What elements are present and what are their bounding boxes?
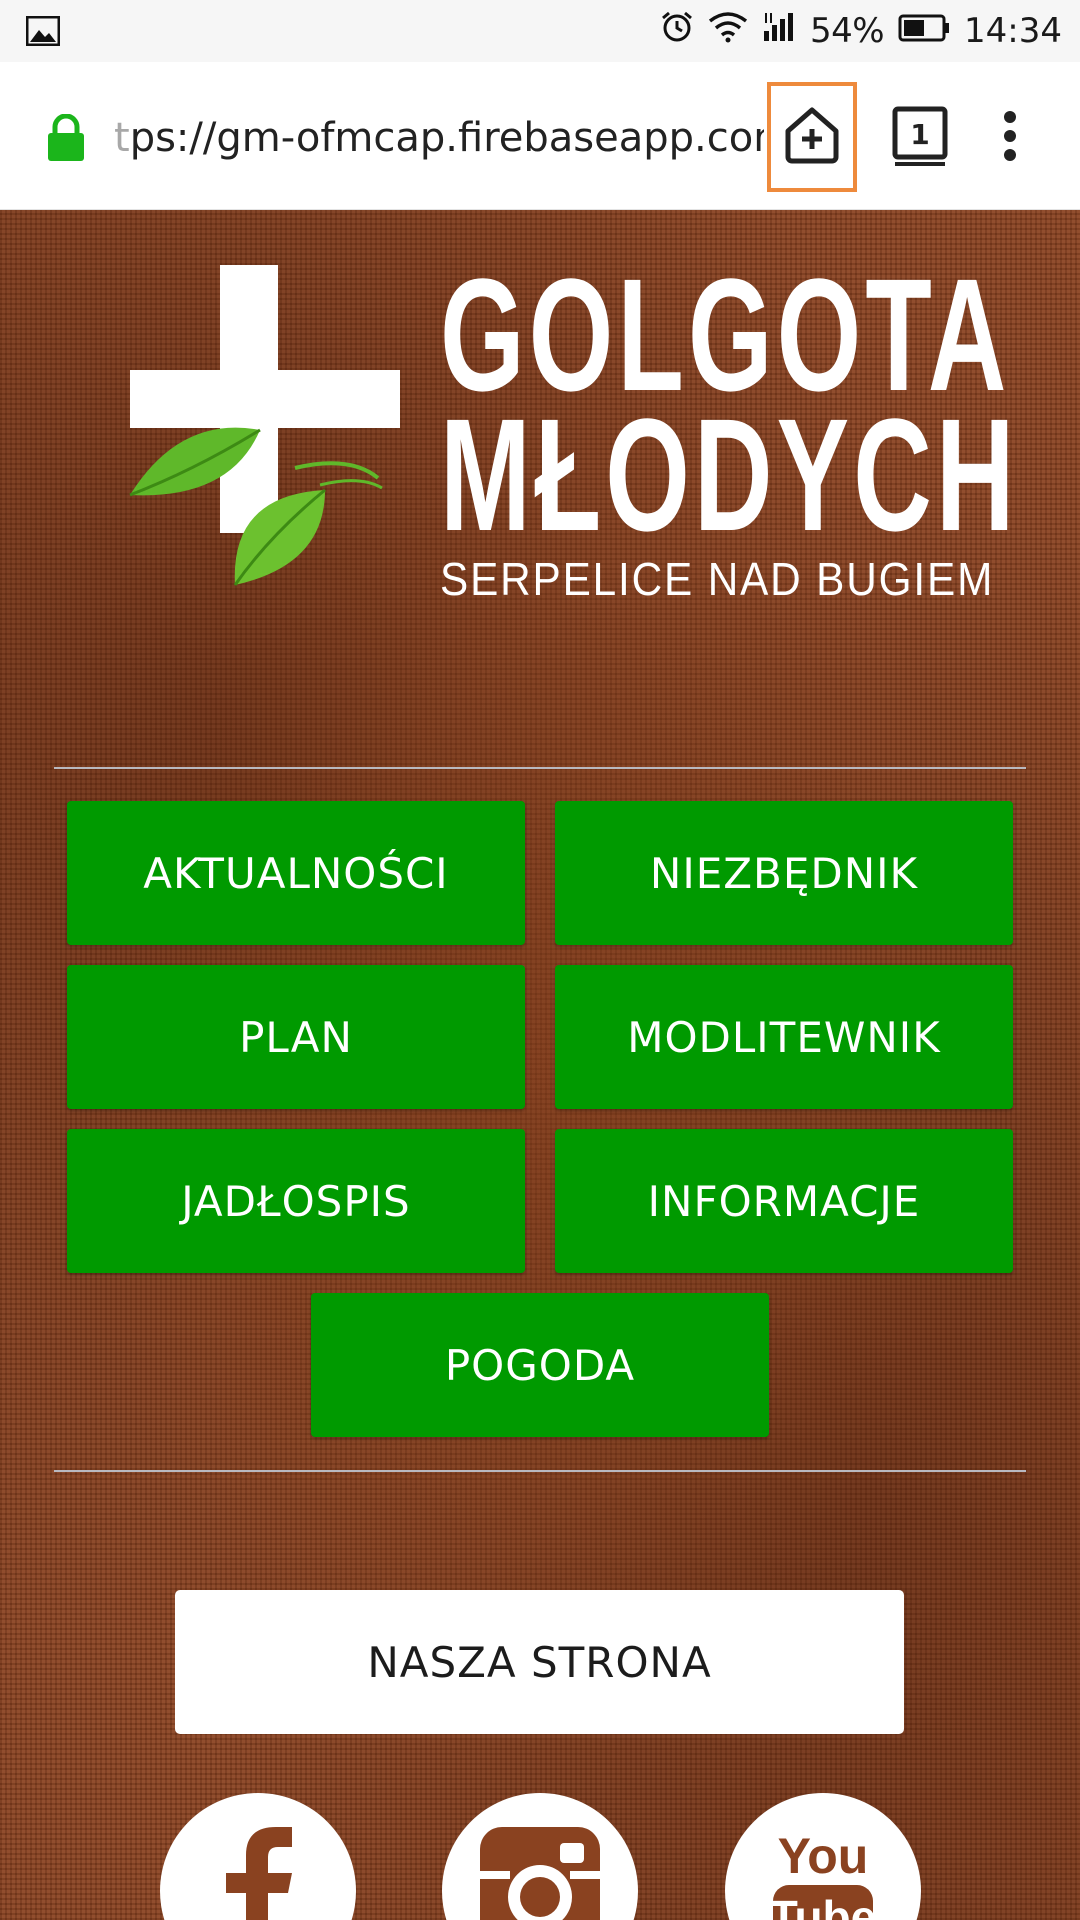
battery-icon — [898, 11, 950, 51]
wifi-icon — [708, 11, 748, 52]
add-to-home-screen-button[interactable] — [767, 82, 857, 192]
clock: 14:34 — [964, 11, 1062, 51]
url-address: ps://gm-ofmcap.firebaseapp.com — [129, 115, 764, 161]
logo-subtitle: SERPELICE NAD BUGIEM — [440, 553, 995, 605]
facebook-link[interactable] — [160, 1793, 356, 1920]
battery-percentage: 54% — [809, 11, 885, 51]
home-plus-icon — [783, 105, 841, 169]
signal-icon — [762, 11, 796, 52]
nav-button-modlitewnik[interactable]: MODLITEWNIK — [555, 965, 1013, 1109]
our-website-button[interactable]: NASZA STRONA — [175, 1590, 904, 1734]
nav-button-informacje[interactable]: INFORMACJE — [555, 1129, 1013, 1273]
divider — [54, 1470, 1026, 1472]
logo-title-line2: MŁODYCH — [440, 385, 1019, 564]
youtube-link[interactable]: You Tube — [725, 1793, 921, 1920]
nav-button-plan[interactable]: PLAN — [67, 965, 525, 1109]
more-vert-icon — [1002, 111, 1018, 166]
cross-leaves-icon — [120, 265, 420, 609]
lock-icon[interactable] — [46, 113, 86, 166]
youtube-logo-tube: Tube — [770, 1891, 876, 1920]
tabs-button[interactable]: 1 — [892, 106, 948, 172]
image-notification-icon — [25, 15, 61, 50]
tab-count: 1 — [910, 118, 929, 151]
status-bar: 54% 14:34 — [0, 0, 1080, 62]
browser-toolbar: tps://gm-ofmcap.firebaseapp.com 1 — [0, 62, 1080, 210]
nav-button-niezbednik[interactable]: NIEZBĘDNIK — [555, 801, 1013, 945]
instagram-link[interactable] — [442, 1793, 638, 1920]
nav-button-pogoda[interactable]: POGODA — [311, 1293, 769, 1437]
nav-button-aktualnosci[interactable]: AKTUALNOŚCI — [67, 801, 525, 945]
url-field[interactable]: tps://gm-ofmcap.firebaseapp.com — [114, 110, 764, 166]
nav-button-jadlospis[interactable]: JADŁOSPIS — [67, 1129, 525, 1273]
divider — [54, 767, 1026, 769]
logo: GOLGOTA MŁODYCH SERPELICE NAD BUGIEM — [120, 255, 1014, 620]
alarm-icon — [660, 10, 694, 53]
youtube-logo-you: You — [778, 1828, 869, 1884]
url-scheme-fragment: t — [114, 115, 130, 161]
web-page: GOLGOTA MŁODYCH SERPELICE NAD BUGIEM AKT… — [0, 210, 1080, 1920]
overflow-menu-button[interactable] — [1002, 110, 1018, 166]
